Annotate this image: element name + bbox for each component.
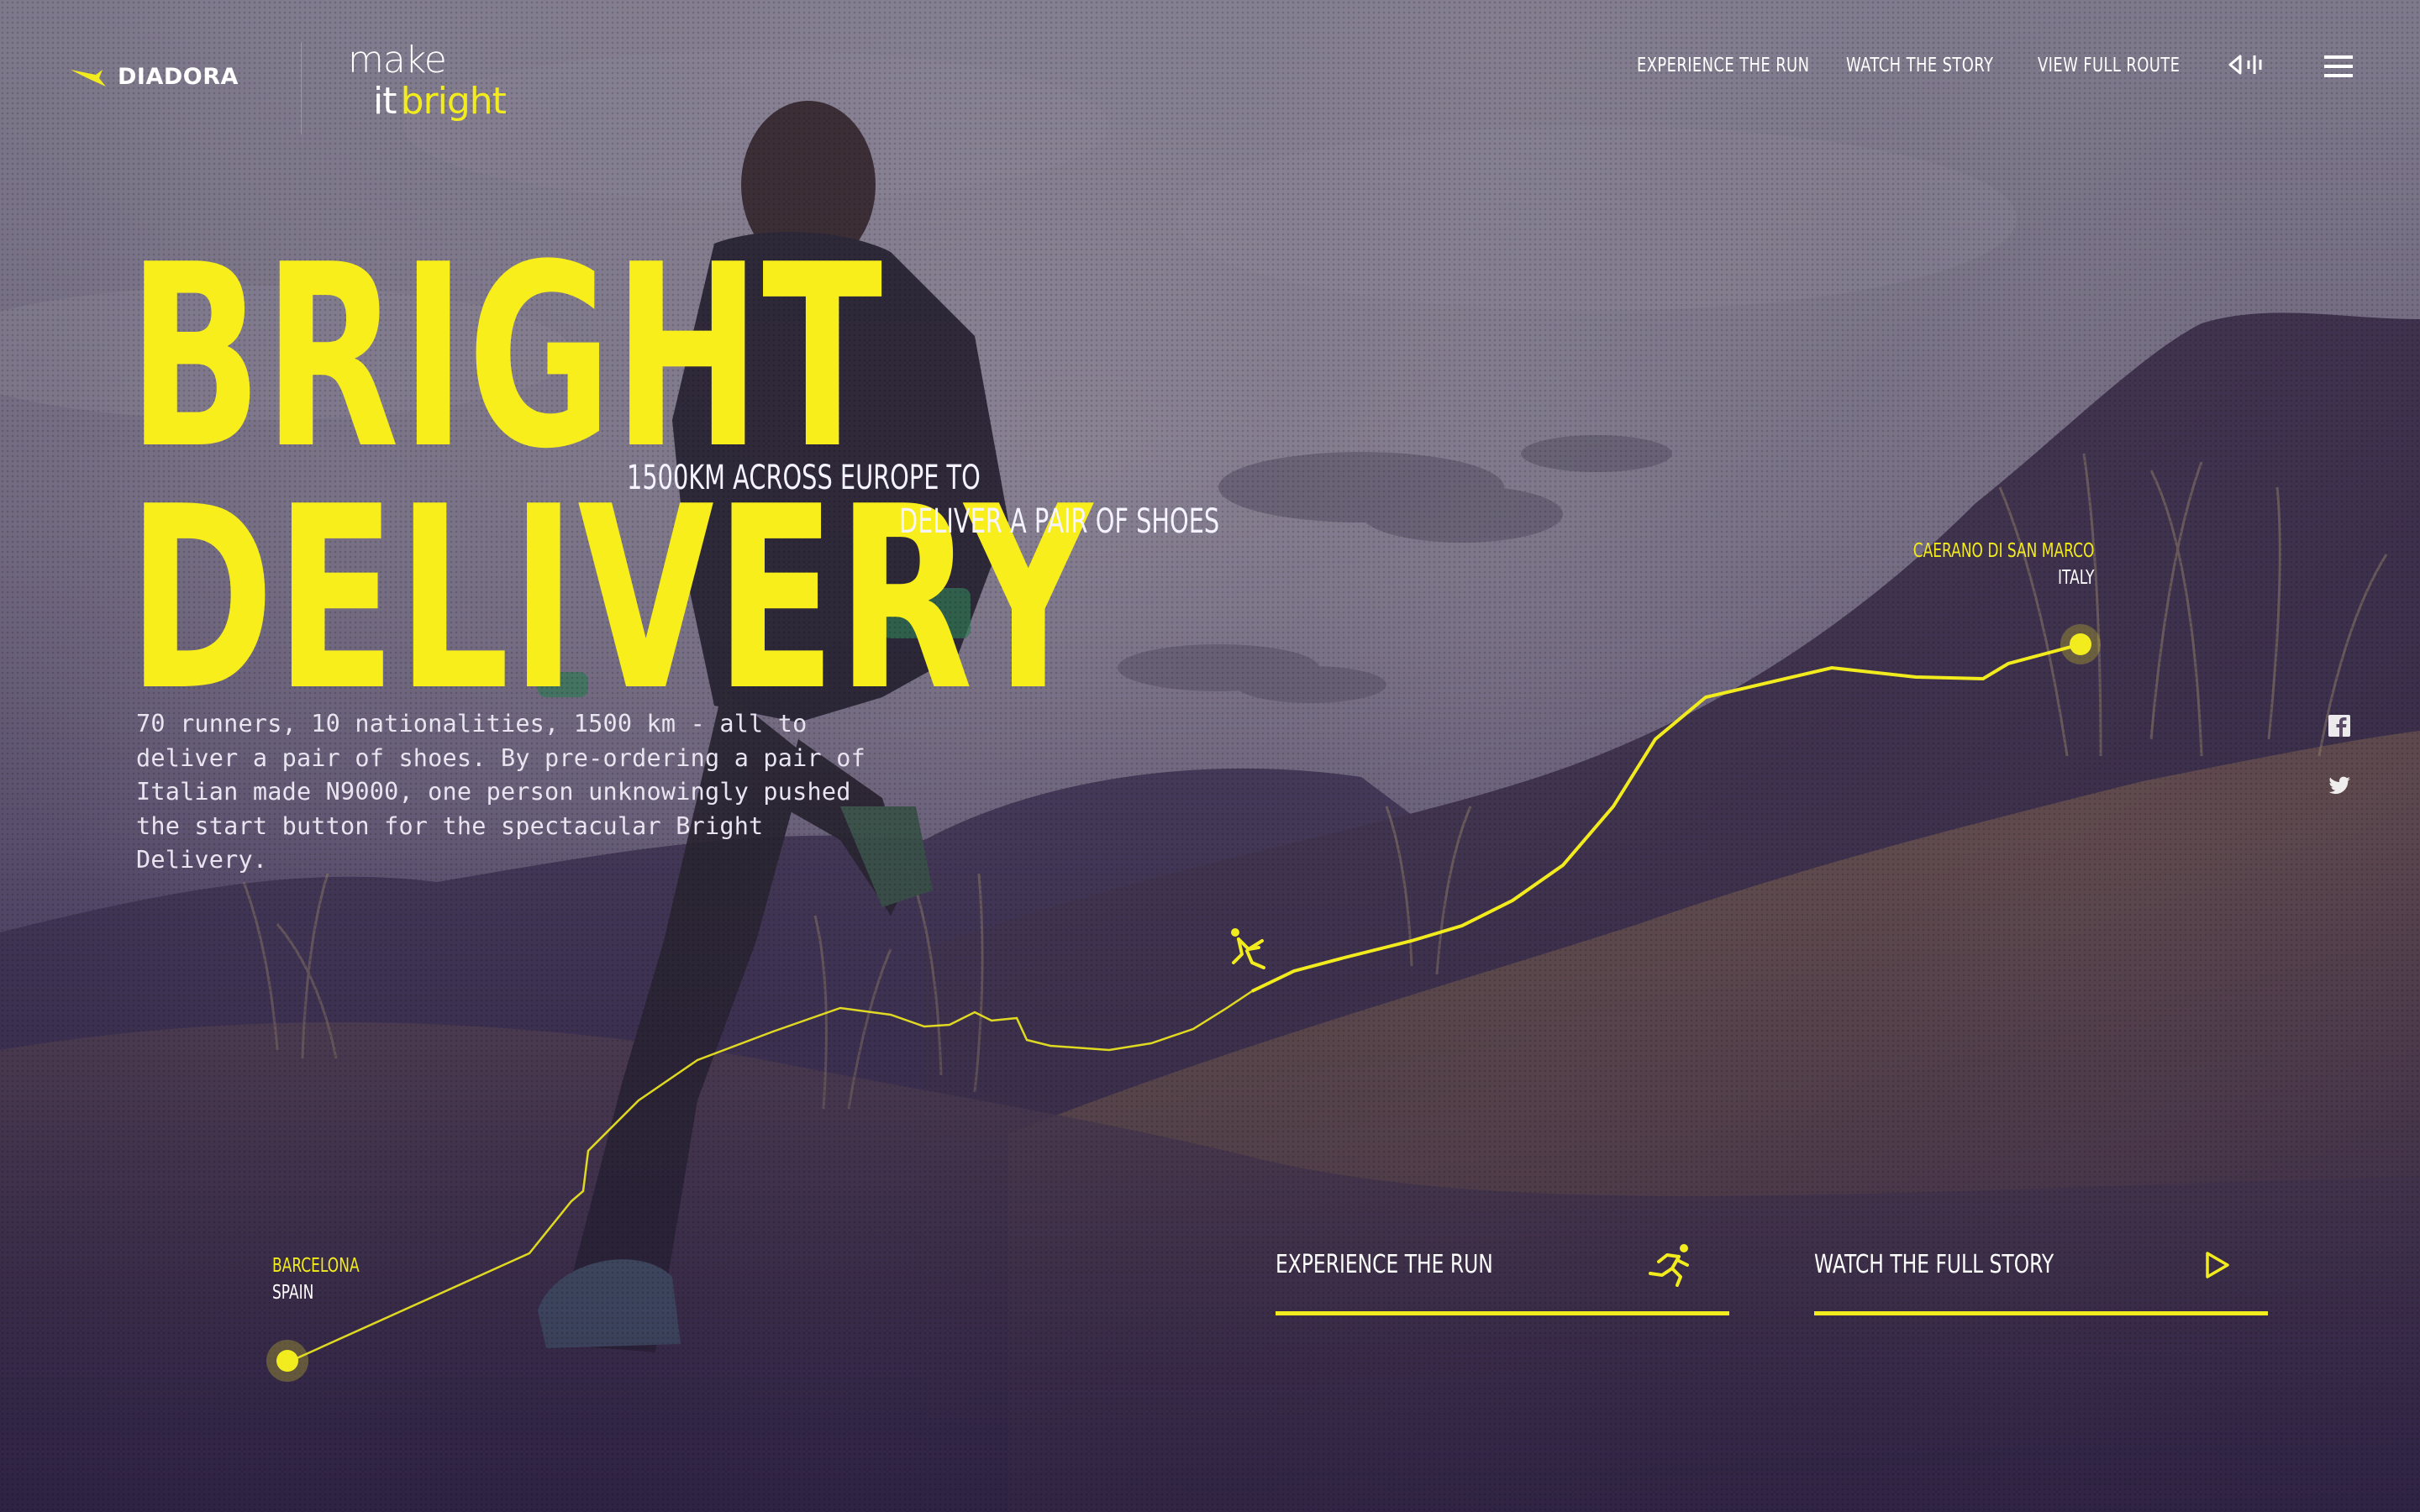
start-marker bbox=[276, 1350, 298, 1372]
runner-icon bbox=[1231, 928, 1265, 969]
watch-button-underline bbox=[1814, 1311, 2268, 1315]
route-end-label: CAERANO DI SAN MARCO ITALY bbox=[1912, 538, 2094, 591]
end-marker bbox=[2070, 633, 2091, 655]
route-start-label: BARCELONA SPAIN bbox=[272, 1252, 360, 1306]
facebook-icon[interactable] bbox=[2328, 714, 2351, 738]
end-city: CAERANO DI SAN MARCO bbox=[1912, 540, 2094, 562]
end-country: ITALY bbox=[2057, 567, 2094, 589]
experience-the-run-button[interactable]: EXPERIENCE THE RUN bbox=[1276, 1235, 1729, 1315]
twitter-icon[interactable] bbox=[2328, 774, 2351, 798]
start-city: BARCELONA bbox=[272, 1255, 360, 1277]
play-icon bbox=[2206, 1252, 2229, 1278]
route-path-progress bbox=[1251, 643, 2081, 993]
watch-the-full-story-button[interactable]: WATCH THE FULL STORY bbox=[1814, 1235, 2268, 1315]
runner-icon bbox=[1649, 1244, 1689, 1287]
experience-button-underline bbox=[1276, 1311, 1729, 1315]
experience-button-label: EXPERIENCE THE RUN bbox=[1276, 1250, 1493, 1279]
watch-button-label: WATCH THE FULL STORY bbox=[1814, 1250, 2054, 1279]
start-country: SPAIN bbox=[272, 1282, 314, 1304]
route-path bbox=[287, 990, 1253, 1364]
